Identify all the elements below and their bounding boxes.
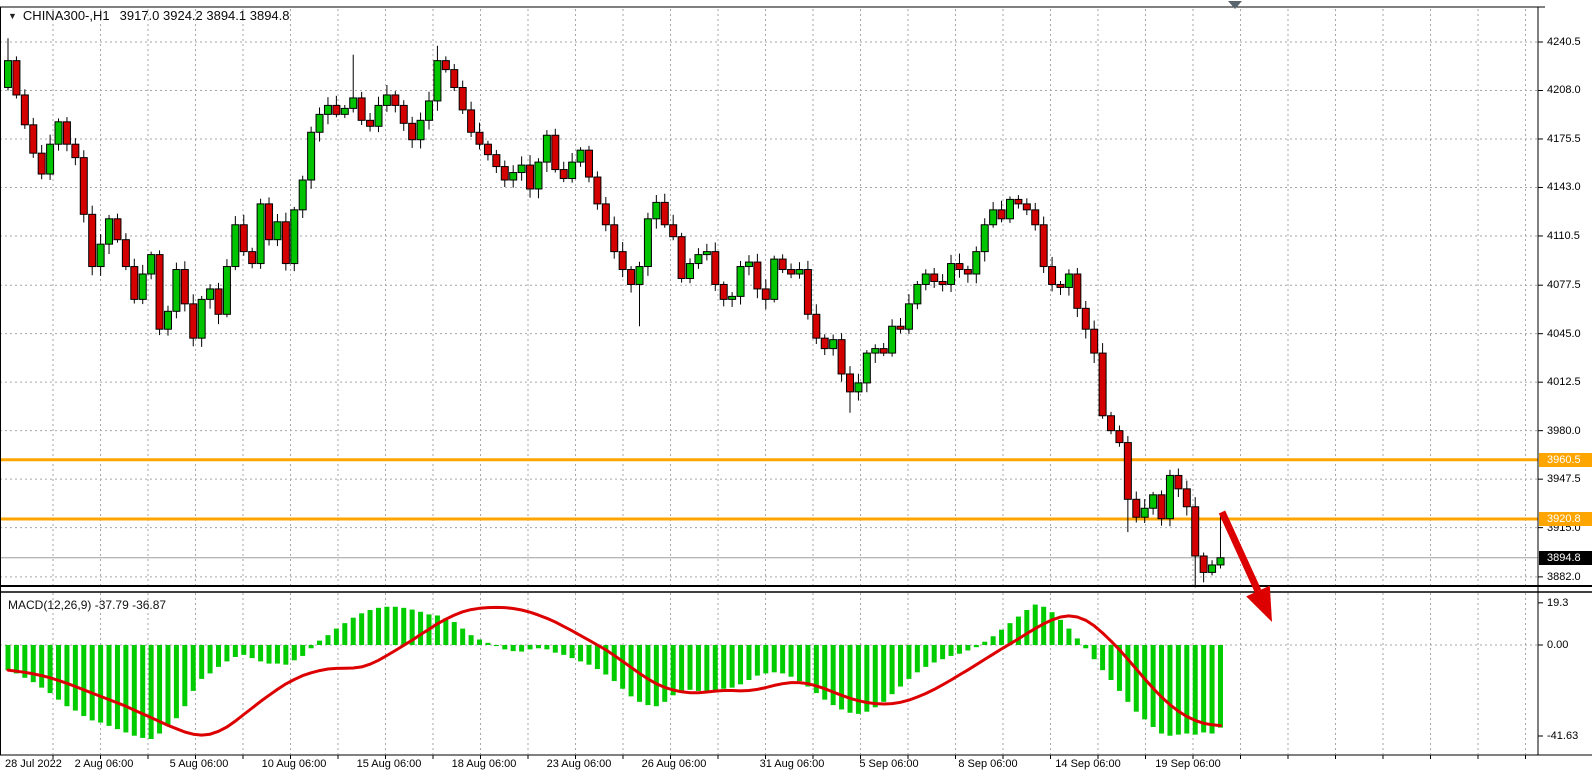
macd-indicator-label: MACD(12,26,9) -37.79 -36.87 xyxy=(8,598,166,612)
resistance-line-price-badge: 3960.5 xyxy=(1539,453,1592,467)
macd-axis-label: 0.00 xyxy=(1547,639,1568,651)
macd-axis-label: 19.3 xyxy=(1547,597,1568,609)
time-axis-label: 14 Sep 06:00 xyxy=(1055,758,1120,770)
collapse-quote-icon[interactable]: ▼ xyxy=(8,11,17,21)
price-axis-label: 4240.5 xyxy=(1547,36,1581,48)
ohlc-values: 3917.0 3924.2 3894.1 3894.8 xyxy=(120,8,290,23)
symbol-info[interactable]: ▼ CHINA300-,H1 3917.0 3924.2 3894.1 3894.8 xyxy=(8,8,290,23)
price-axis-label: 3947.5 xyxy=(1547,473,1581,485)
macd-values: -37.79 -36.87 xyxy=(95,598,166,612)
symbol-timeframe: CHINA300-,H1 xyxy=(23,8,110,23)
time-axis-label: 2 Aug 06:00 xyxy=(75,758,134,770)
time-axis-label: 5 Aug 06:00 xyxy=(170,758,229,770)
time-axis-label: 28 Jul 2022 xyxy=(5,758,62,770)
chart-frame xyxy=(0,7,1592,759)
price-axis-label: 4208.0 xyxy=(1547,84,1581,96)
price-axis-label: 4045.0 xyxy=(1547,328,1581,340)
price-axis-label: 4175.5 xyxy=(1547,133,1581,145)
trading-chart-window: ▼ CHINA300-,H1 3917.0 3924.2 3894.1 3894.8… xyxy=(0,0,1592,772)
chart-canvas[interactable] xyxy=(0,0,1592,772)
time-axis-label: 10 Aug 06:00 xyxy=(262,758,327,770)
scroll-end-marker-icon[interactable] xyxy=(1228,1,1242,9)
price-axis-label: 3882.0 xyxy=(1547,571,1581,583)
price-axis-label: 3980.0 xyxy=(1547,425,1581,437)
support-line-price-badge: 3920.8 xyxy=(1539,512,1592,526)
time-axis-label: 26 Aug 06:00 xyxy=(642,758,707,770)
grid xyxy=(0,9,1538,754)
macd-name: MACD(12,26,9) xyxy=(8,598,91,612)
time-axis-label: 8 Sep 06:00 xyxy=(958,758,1017,770)
time-axis-label: 5 Sep 06:00 xyxy=(859,758,918,770)
time-axis-label: 23 Aug 06:00 xyxy=(547,758,612,770)
time-axis-label: 18 Aug 06:00 xyxy=(452,758,517,770)
candles xyxy=(5,38,1224,587)
price-axis-label: 4110.5 xyxy=(1547,230,1580,242)
price-axis-label: 4012.5 xyxy=(1547,376,1581,388)
macd-axis-label: -41.63 xyxy=(1547,730,1578,742)
price-axis-label: 4077.5 xyxy=(1547,279,1581,291)
current-price-badge: 3894.8 xyxy=(1539,551,1592,565)
trend-arrow[interactable] xyxy=(1222,512,1272,622)
price-axis-label: 4143.0 xyxy=(1547,181,1581,193)
time-axis-label: 19 Sep 06:00 xyxy=(1155,758,1220,770)
time-axis-label: 15 Aug 06:00 xyxy=(357,758,422,770)
time-axis-label: 31 Aug 06:00 xyxy=(760,758,825,770)
